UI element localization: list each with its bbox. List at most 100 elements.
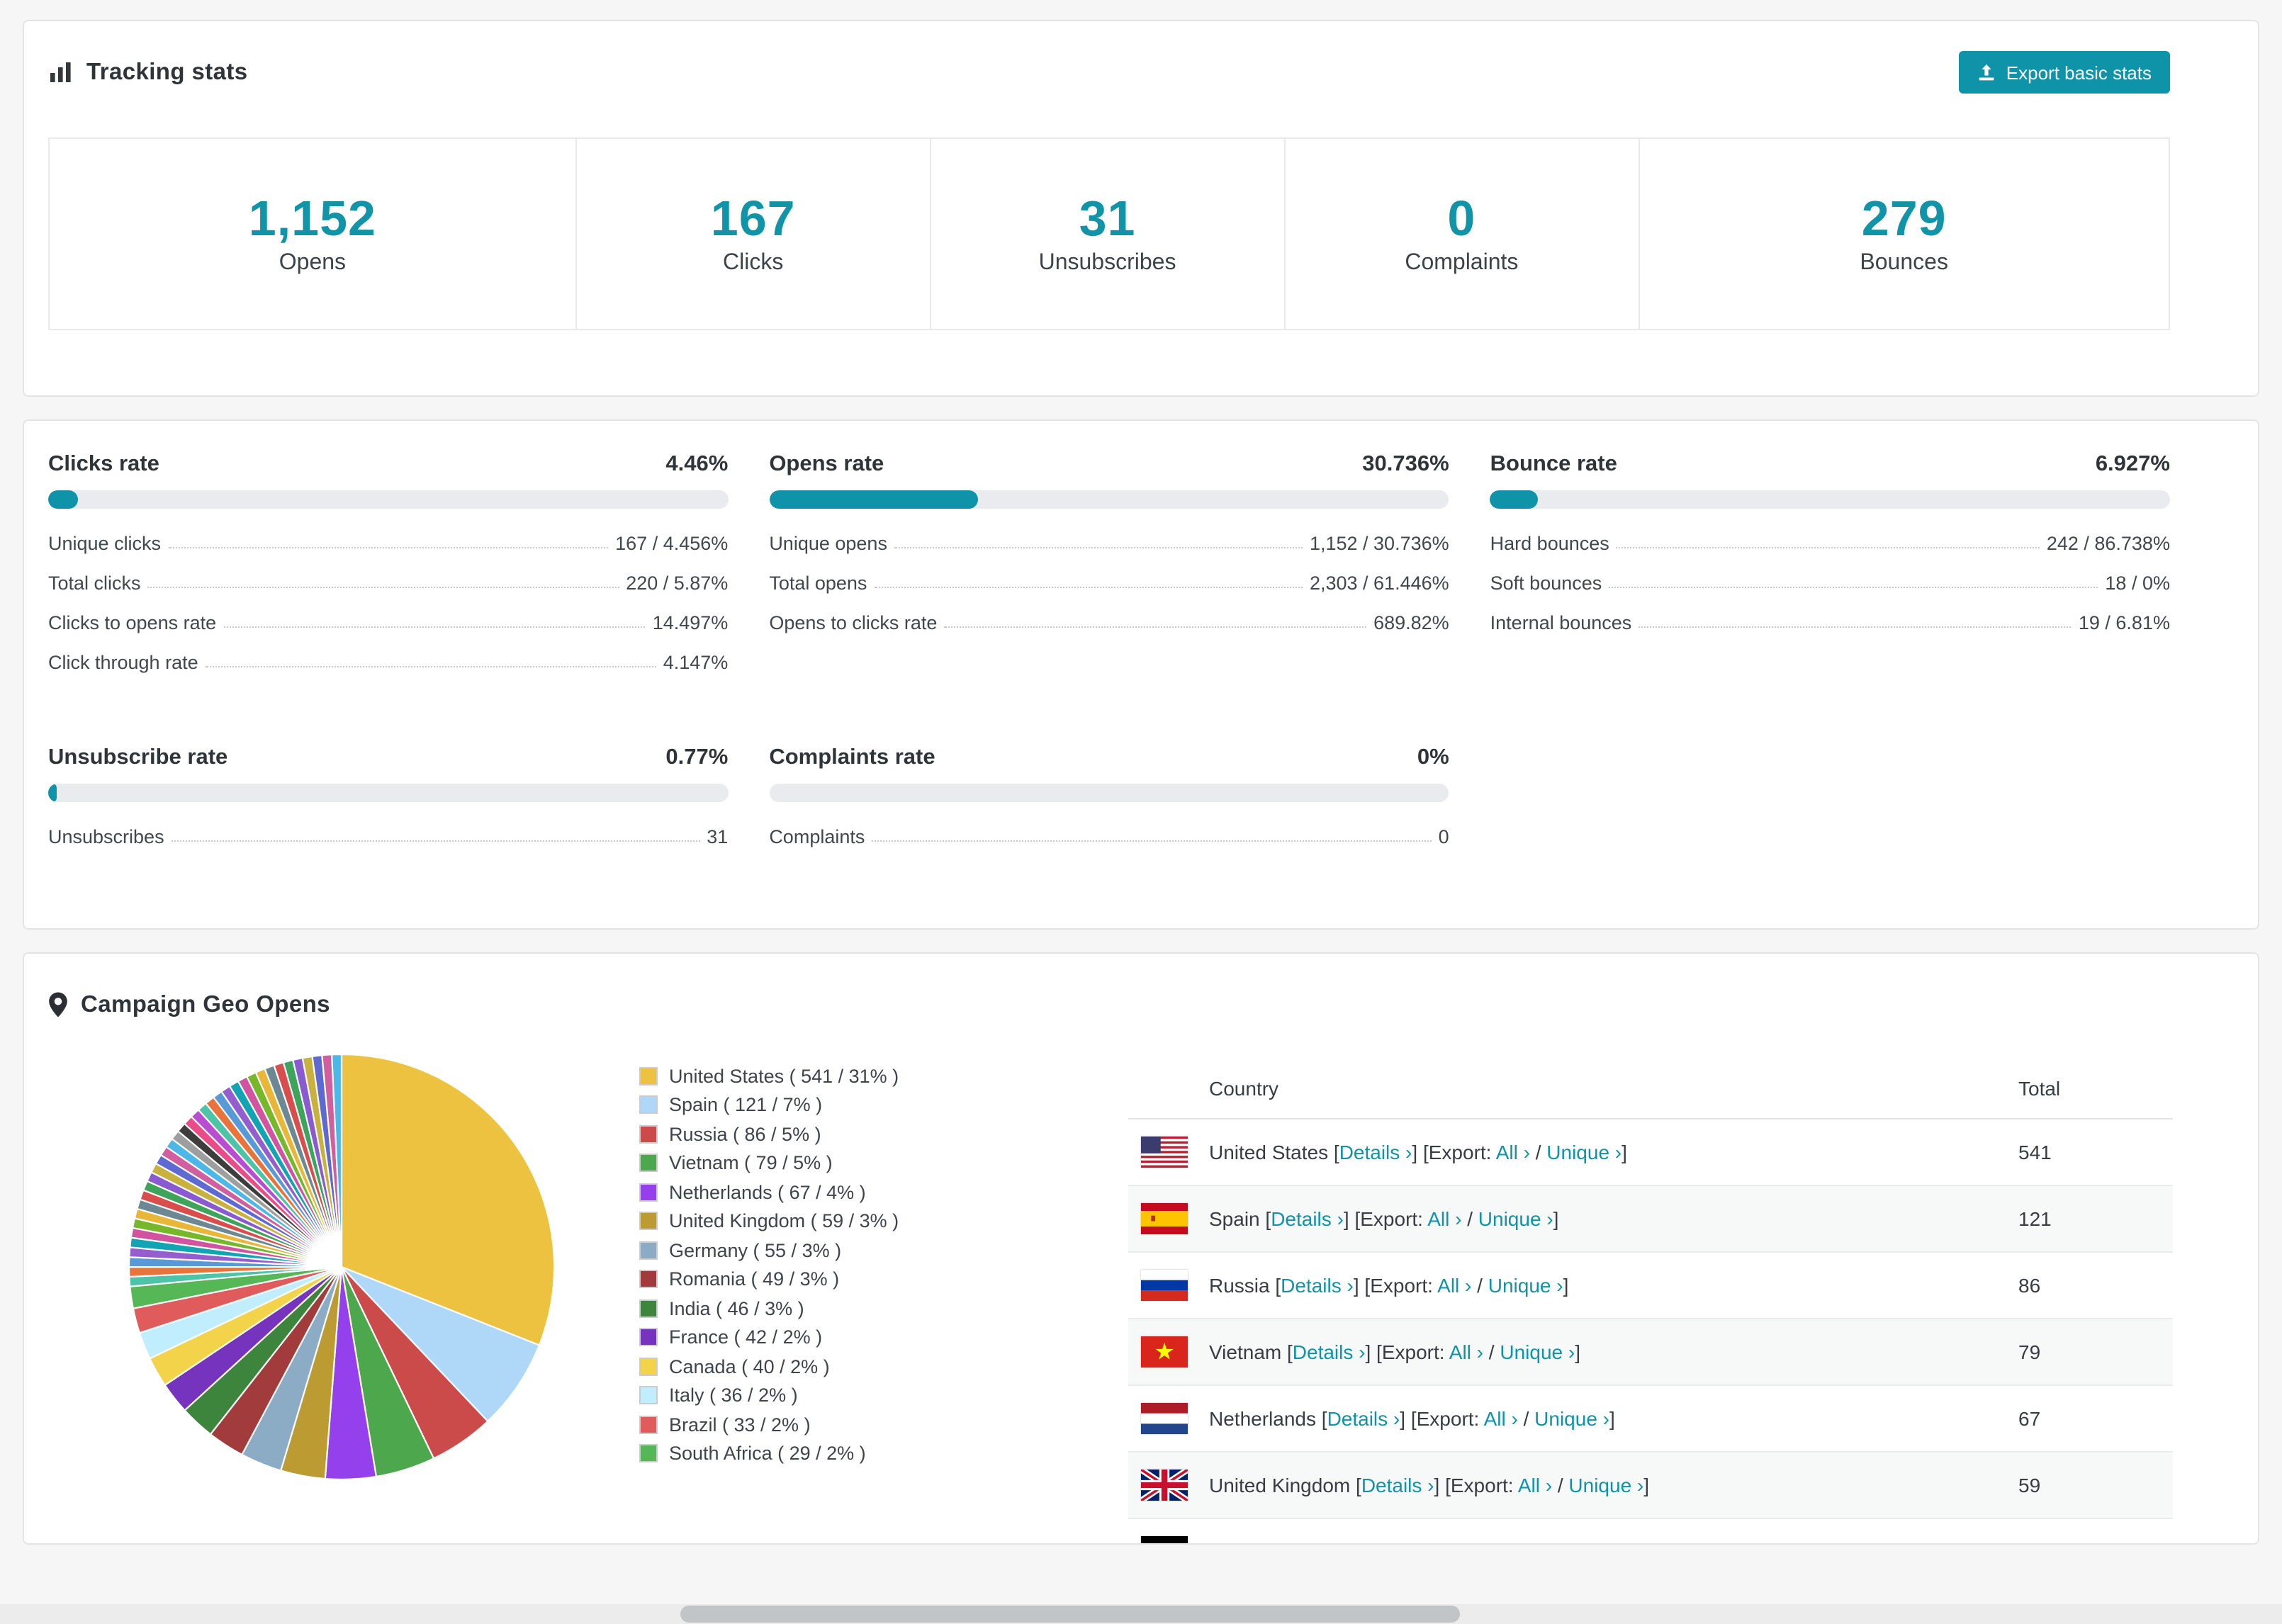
horizontal-scrollbar-thumb[interactable]: [680, 1606, 1460, 1623]
legend-label: United States ( 541 / 31% ): [669, 1065, 899, 1087]
legend-swatch: [639, 1328, 658, 1347]
details-link[interactable]: Details ›: [1302, 1540, 1375, 1543]
export-all-link[interactable]: All ›: [1496, 1141, 1530, 1163]
legend-item-germany: Germany ( 55 / 3% ): [639, 1236, 899, 1265]
details-link[interactable]: Details ›: [1339, 1141, 1412, 1163]
legend-label: Germany ( 55 / 3% ): [669, 1239, 842, 1261]
rate-metric-row: Unique clicks 167 / 4.456%: [48, 521, 728, 561]
legend-label: Vietnam ( 79 / 5% ): [669, 1152, 833, 1174]
map-pin-icon: [48, 992, 68, 1017]
legend-swatch: [639, 1270, 658, 1289]
rate-progress-fill: [1490, 490, 1538, 509]
country-cell: United States [Details ›] [Export: All ›…: [1209, 1141, 1627, 1163]
rates-card: Clicks rate 4.46% Unique clicks 167 / 4.456…: [23, 419, 2259, 930]
details-link[interactable]: Details ›: [1281, 1274, 1354, 1297]
details-link[interactable]: Details ›: [1327, 1407, 1400, 1430]
rate-metric-row: Unsubscribes 31: [48, 815, 728, 855]
country-name: Germany: [1209, 1540, 1291, 1543]
metric-label: Unique opens: [769, 533, 887, 554]
geo-pie-chart: [128, 1053, 556, 1481]
metric-value: 1,152 / 30.736%: [1309, 533, 1449, 554]
country-cell: Germany [Details ›] [Export: All › / Uni…: [1209, 1540, 1590, 1543]
export-unique-link[interactable]: Unique ›: [1546, 1141, 1621, 1163]
geo-table-body: United States [Details ›] [Export: All ›…: [1128, 1120, 2173, 1543]
legend-item-spain: Spain ( 121 / 7% ): [639, 1090, 899, 1120]
export-button-label: Export basic stats: [2006, 62, 2152, 83]
export-unique-link[interactable]: Unique ›: [1568, 1474, 1643, 1496]
dotted-leader: [894, 547, 1303, 548]
geo-card-header: Campaign Geo Opens: [24, 954, 2258, 1036]
legend-item-united-states: United States ( 541 / 31% ): [639, 1061, 899, 1090]
us-flag-icon: [1141, 1137, 1188, 1168]
export-unique-link[interactable]: Unique ›: [1500, 1341, 1575, 1363]
rate-title: Bounce rate: [1490, 452, 1617, 476]
tracking-stats-header: Tracking stats Export basic stats: [24, 21, 2258, 103]
country-name: Vietnam: [1209, 1341, 1282, 1363]
dotted-leader: [223, 626, 646, 628]
legend-label: Netherlands ( 67 / 4% ): [669, 1181, 866, 1203]
rate-panel-clicks-rate: Clicks rate 4.46% Unique clicks 167 / 4.456…: [48, 452, 729, 680]
export-all-link[interactable]: All ›: [1458, 1540, 1493, 1543]
geo-table-row-vietnam: Vietnam [Details ›] [Export: All › / Uni…: [1128, 1319, 2173, 1386]
stat-label: Opens: [279, 251, 347, 275]
de-flag-icon: [1141, 1536, 1188, 1543]
geo-table-row-netherlands: Netherlands [Details ›] [Export: All › /…: [1128, 1386, 2173, 1453]
country-cell: Spain [Details ›] [Export: All › / Uniqu…: [1209, 1207, 1559, 1230]
metric-value: 18 / 0%: [2105, 573, 2170, 594]
details-link[interactable]: Details ›: [1271, 1207, 1344, 1230]
legend-item-russia: Russia ( 86 / 5% ): [639, 1120, 899, 1149]
export-unique-link[interactable]: Unique ›: [1509, 1540, 1584, 1543]
metric-value: 4.147%: [663, 652, 729, 673]
stat-value: 1,152: [248, 191, 376, 247]
total-column-header: Total: [2018, 1076, 2061, 1099]
country-cell: Russia [Details ›] [Export: All › / Uniq…: [1209, 1274, 1569, 1297]
legend-swatch: [639, 1154, 658, 1173]
rate-panel-bounce-rate: Bounce rate 6.927% Hard bounces 242 / 86.73…: [1490, 452, 2170, 680]
rate-panel-complaints-rate: Complaints rate 0% Complaints 0: [769, 745, 1449, 855]
metric-label: Hard bounces: [1490, 533, 1609, 554]
rate-progress-bar: [769, 784, 1449, 802]
gb-flag-icon: [1141, 1470, 1188, 1501]
export-all-link[interactable]: All ›: [1427, 1207, 1461, 1230]
rate-title: Opens rate: [769, 452, 884, 476]
stat-box-unsubscribes: 31 Unsubscribes: [929, 139, 1284, 329]
legend-swatch: [639, 1415, 658, 1434]
export-unique-link[interactable]: Unique ›: [1478, 1207, 1553, 1230]
rate-progress-bar: [769, 490, 1449, 509]
rate-panel-unsubscribe-rate: Unsubscribe rate 0.77% Unsubscribes 31: [48, 745, 729, 855]
export-all-link[interactable]: All ›: [1449, 1341, 1483, 1363]
export-basic-stats-button[interactable]: Export basic stats: [1959, 51, 2170, 94]
stat-value: 0: [1447, 191, 1476, 247]
metric-value: 220 / 5.87%: [626, 573, 729, 594]
rate-title: Clicks rate: [48, 452, 159, 476]
rates-grid: Clicks rate 4.46% Unique clicks 167 / 4.456…: [24, 421, 2258, 855]
export-all-link[interactable]: All ›: [1484, 1407, 1518, 1430]
country-total: 67: [2018, 1407, 2041, 1430]
metric-value: 19 / 6.81%: [2078, 612, 2170, 633]
legend-swatch: [639, 1066, 658, 1086]
stats-row: 1,152 Opens 167 Clicks 31 Unsubscribes 0 Compla…: [48, 137, 2170, 330]
dotted-leader: [872, 840, 1432, 842]
metric-value: 14.497%: [652, 612, 729, 633]
country-total: 55: [2018, 1540, 2040, 1543]
details-link[interactable]: Details ›: [1293, 1341, 1366, 1363]
rate-value: 0%: [1417, 745, 1449, 769]
country-cell: United Kingdom [Details ›] [Export: All …: [1209, 1474, 1650, 1496]
export-all-link[interactable]: All ›: [1518, 1474, 1552, 1496]
legend-label: Romania ( 49 / 3% ): [669, 1268, 840, 1290]
legend-label: South Africa ( 29 / 2% ): [669, 1443, 866, 1465]
details-link[interactable]: Details ›: [1361, 1474, 1434, 1496]
rate-metric-row: Total opens 2,303 / 61.446%: [769, 561, 1449, 601]
stat-value: 279: [1861, 191, 1947, 247]
legend-label: Russia ( 86 / 5% ): [669, 1123, 821, 1145]
stat-label: Bounces: [1860, 251, 1948, 275]
geo-table-row-russia: Russia [Details ›] [Export: All › / Uniq…: [1128, 1253, 2173, 1319]
horizontal-scrollbar-track[interactable]: [0, 1604, 2282, 1624]
export-unique-link[interactable]: Unique ›: [1488, 1274, 1563, 1297]
export-unique-link[interactable]: Unique ›: [1534, 1407, 1609, 1430]
legend-label: United Kingdom ( 59 / 3% ): [669, 1210, 899, 1232]
legend-swatch: [639, 1386, 658, 1405]
export-all-link[interactable]: All ›: [1437, 1274, 1471, 1297]
geo-table-row-united-states: United States [Details ›] [Export: All ›…: [1128, 1120, 2173, 1186]
stat-label: Complaints: [1405, 251, 1519, 275]
